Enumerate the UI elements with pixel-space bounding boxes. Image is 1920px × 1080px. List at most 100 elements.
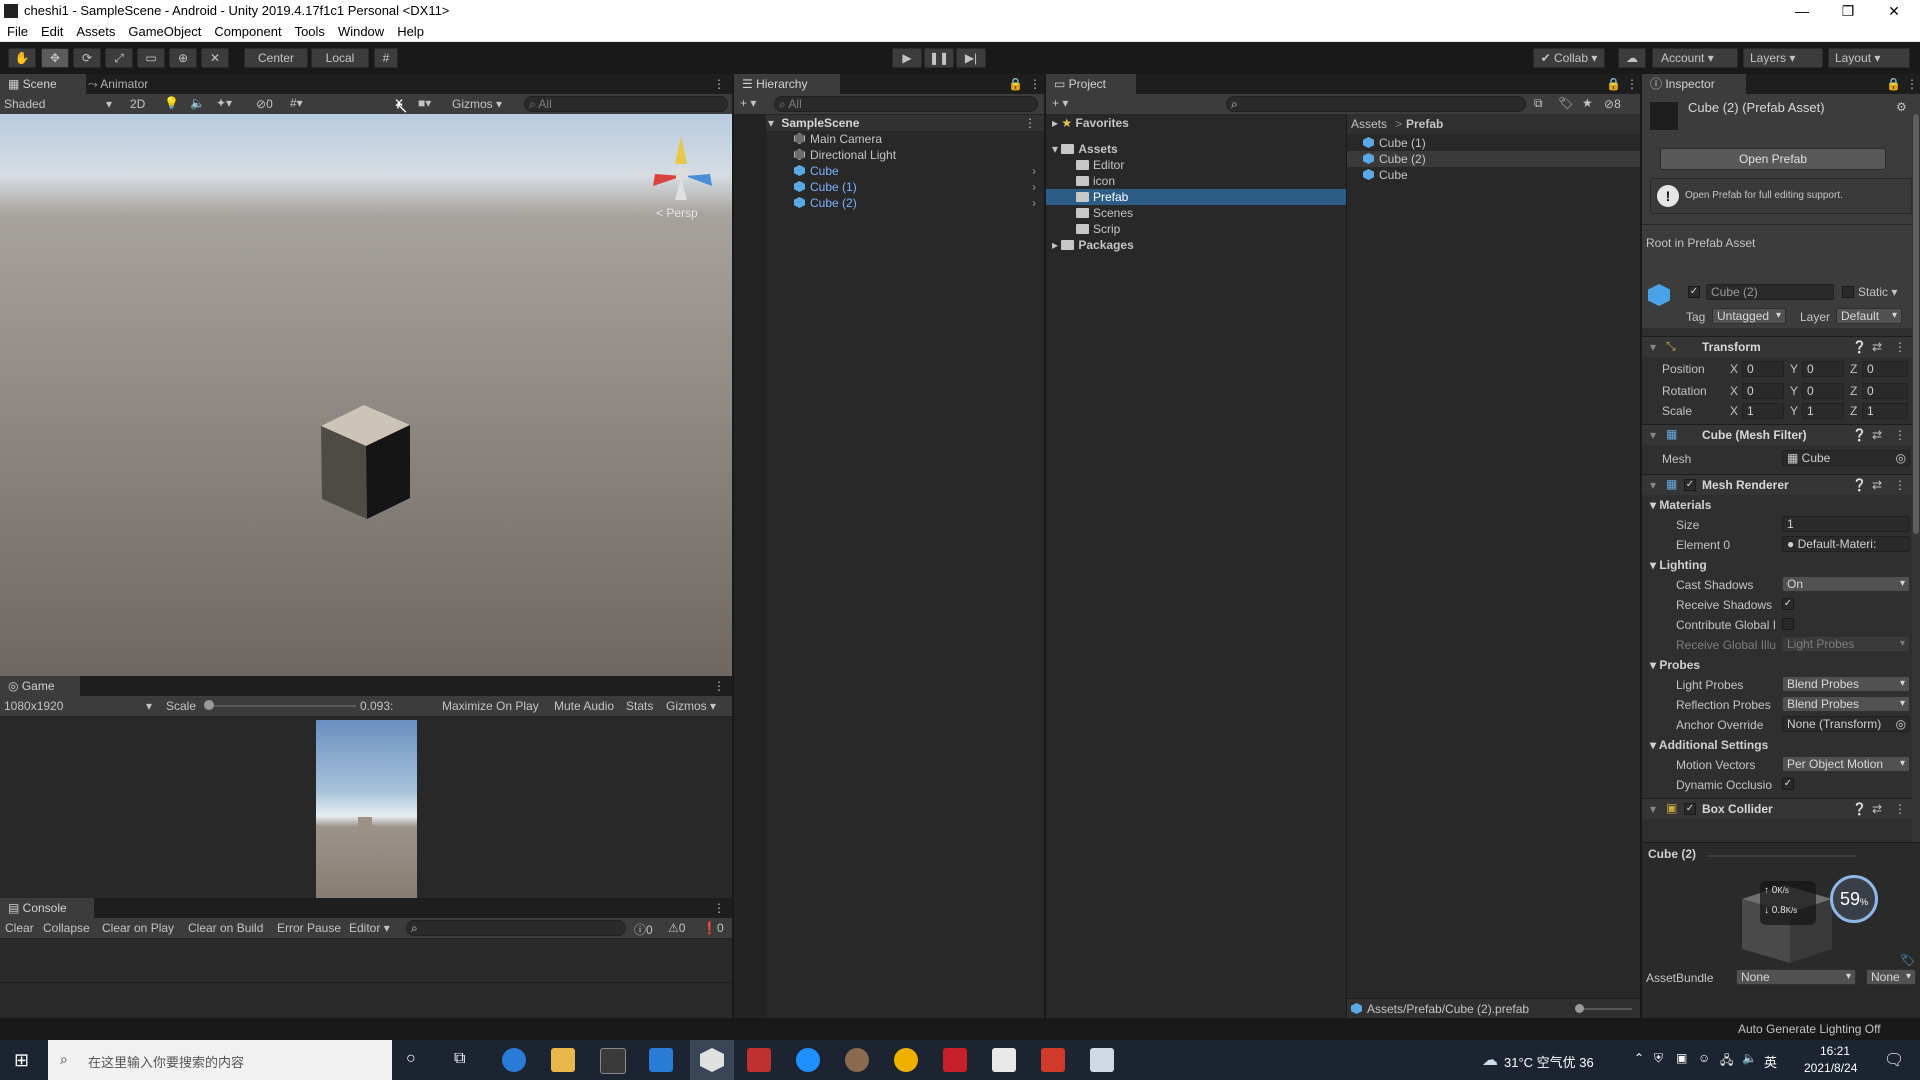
menu-help[interactable]: Help xyxy=(390,22,430,39)
pivot-local-button[interactable]: Local xyxy=(311,48,369,68)
menu-edit[interactable]: Edit xyxy=(34,22,69,39)
hidden-packages-toggle[interactable]: ⊘8 xyxy=(1604,97,1621,111)
help-icon[interactable]: ❔ xyxy=(1852,478,1867,492)
active-checkbox[interactable]: ✓ xyxy=(1688,286,1700,298)
weather-text[interactable]: 31°C 空气优 36 xyxy=(1504,1052,1594,1071)
menu-window[interactable]: Window xyxy=(331,22,390,39)
screen-app-icon[interactable] xyxy=(1090,1048,1114,1072)
dynamic-occlusion-checkbox[interactable]: ✓ xyxy=(1782,778,1794,790)
favorites-foldout-icon[interactable]: ▸ xyxy=(1052,116,1058,130)
inspector-scrollbar[interactable] xyxy=(1912,114,1920,904)
component-menu-icon[interactable]: ⋮ xyxy=(1894,428,1906,442)
box-collider-header[interactable]: ▾ ▣ ✓ Box Collider ❔ ⇄ ⋮ xyxy=(1642,798,1920,819)
layers-dropdown[interactable]: Layers ▾ xyxy=(1743,48,1823,68)
help-icon[interactable]: ❔ xyxy=(1852,802,1867,816)
game-more-icon[interactable]: ⋮ xyxy=(713,679,725,693)
account-dropdown[interactable]: Account ▾ xyxy=(1652,48,1738,68)
transform-tool-button[interactable]: ⊕ xyxy=(169,48,197,68)
rect-tool-button[interactable]: ▭ xyxy=(137,48,165,68)
console-more-icon[interactable]: ⋮ xyxy=(713,901,725,915)
volume-icon[interactable]: 🔈 xyxy=(1742,1051,1757,1065)
materials-foldout[interactable]: ▾ Materials xyxy=(1650,498,1711,512)
mute-audio-toggle[interactable]: Mute Audio xyxy=(554,699,614,713)
object-name-field[interactable]: Cube (2) xyxy=(1706,284,1834,300)
anchor-override-field[interactable]: None (Transform) ◎ xyxy=(1782,716,1910,732)
help-icon[interactable]: ❔ xyxy=(1852,340,1867,354)
cast-shadows-dropdown[interactable]: On xyxy=(1782,576,1910,592)
scene-foldout-icon[interactable]: ▾ xyxy=(768,116,774,130)
game-app-icon[interactable] xyxy=(894,1048,918,1072)
prefab-open-arrow-icon[interactable]: › xyxy=(1032,179,1036,195)
folder-item[interactable]: Scrip xyxy=(1076,221,1342,237)
motion-vectors-dropdown[interactable]: Per Object Motion xyxy=(1782,756,1910,772)
hierarchy-lock-icon[interactable]: 🔒 xyxy=(1008,77,1023,91)
more-menu-icon[interactable]: ⋮ xyxy=(713,77,725,91)
position-z-field[interactable]: 0 xyxy=(1862,361,1908,377)
play-button[interactable]: ▶ xyxy=(892,48,922,68)
clear-on-build-toggle[interactable]: Clear on Build xyxy=(188,921,263,935)
folder-item[interactable]: icon xyxy=(1076,173,1342,189)
tab-inspector[interactable]: ⓘ Inspector xyxy=(1642,74,1746,94)
windows-start-icon[interactable]: ⊞ xyxy=(14,1050,29,1071)
step-button[interactable]: ▶| xyxy=(956,48,986,68)
hierarchy-item[interactable]: Cube › xyxy=(794,163,1044,179)
layout-dropdown[interactable]: Layout ▾ xyxy=(1828,48,1910,68)
move-tool-button[interactable]: ✥ xyxy=(41,48,69,68)
icon-size-slider[interactable] xyxy=(1577,1008,1632,1010)
box-collider-enabled-checkbox[interactable]: ✓ xyxy=(1684,803,1696,815)
component-menu-icon[interactable]: ⋮ xyxy=(1894,340,1906,354)
qq-icon[interactable]: ☺ xyxy=(1698,1051,1710,1065)
snap-grid-button[interactable]: # xyxy=(374,48,398,68)
resolution-dropdown[interactable]: 1080x1920 ▾ xyxy=(4,699,154,713)
console-clear-button[interactable]: Clear xyxy=(5,921,34,935)
browser-app-icon[interactable] xyxy=(796,1048,820,1072)
help-icon[interactable]: ❔ xyxy=(1852,428,1867,442)
game-gizmos-dropdown[interactable]: Gizmos ▾ xyxy=(666,699,716,713)
tab-game[interactable]: ◎ Game xyxy=(0,676,80,696)
element0-object-field[interactable]: ● Default-Materi: xyxy=(1782,536,1910,552)
collab-dropdown[interactable]: ✔ Collab ▾ xyxy=(1533,48,1605,68)
clear-on-play-toggle[interactable]: Clear on Play xyxy=(102,921,174,935)
foldout-icon[interactable]: ▾ xyxy=(1650,802,1656,816)
preset-icon[interactable]: ⇄ xyxy=(1872,428,1882,442)
search-by-type-icon[interactable]: ⧉ xyxy=(1534,96,1543,111)
hierarchy-item[interactable]: Cube (2) › xyxy=(794,195,1044,211)
camera-settings-icon[interactable]: ■▾ xyxy=(418,96,431,110)
minimize-button[interactable]: — xyxy=(1779,0,1825,22)
security-shield-icon[interactable]: ⛨ xyxy=(1654,1051,1663,1066)
network-icon[interactable]: 🖧 xyxy=(1720,1051,1733,1072)
reflection-probes-dropdown[interactable]: Blend Probes xyxy=(1782,696,1910,712)
cloud-icon[interactable]: ☁ xyxy=(1618,48,1646,68)
icon-size-slider-handle[interactable] xyxy=(1575,1004,1584,1013)
transform-header[interactable]: ▾ ⤡ Transform ❔ ⇄ ⋮ xyxy=(1642,336,1920,357)
wps-icon[interactable] xyxy=(1041,1048,1065,1072)
notification-icon[interactable]: 🗨 xyxy=(1884,1050,1904,1070)
chinese-app-icon[interactable] xyxy=(943,1048,967,1072)
probes-foldout[interactable]: ▾ Probes xyxy=(1650,658,1700,672)
scene-search-input[interactable]: ⌕ All xyxy=(524,96,728,112)
custom-tool-button[interactable]: ✕ xyxy=(201,48,229,68)
cpu-usage-ball[interactable]: 59% xyxy=(1830,875,1878,923)
rotation-x-field[interactable]: 0 xyxy=(1742,383,1784,399)
mode-2d-button[interactable]: 2D xyxy=(130,97,145,111)
menu-gameobject[interactable]: GameObject xyxy=(121,22,207,39)
store-icon[interactable] xyxy=(600,1048,626,1074)
project-lock-icon[interactable]: 🔒 xyxy=(1606,77,1621,91)
rotation-z-field[interactable]: 0 xyxy=(1862,383,1908,399)
packages-foldout-icon[interactable]: ▸ xyxy=(1052,238,1058,252)
tab-project[interactable]: ▭ Project xyxy=(1046,74,1136,94)
stats-toggle[interactable]: Stats xyxy=(626,699,653,713)
task-view-icon[interactable]: ⧉ xyxy=(454,1050,465,1068)
project-more-icon[interactable]: ⋮ xyxy=(1626,77,1638,91)
light-probes-dropdown[interactable]: Blend Probes xyxy=(1782,676,1910,692)
prefab-open-arrow-icon[interactable]: › xyxy=(1032,195,1036,211)
file-item[interactable]: Cube xyxy=(1363,167,1633,183)
code-editor-icon[interactable] xyxy=(992,1048,1016,1072)
materials-size-field[interactable]: 1 xyxy=(1782,516,1910,532)
lighting-toggle-icon[interactable]: 💡 xyxy=(164,96,179,110)
preview-splitter[interactable] xyxy=(1706,855,1856,857)
scale-slider-handle[interactable] xyxy=(204,700,214,710)
folder-item[interactable]: Editor xyxy=(1076,157,1342,173)
search-by-label-icon[interactable]: 🏷 xyxy=(1558,96,1573,110)
packages-row[interactable]: ▸ Packages xyxy=(1052,237,1342,253)
